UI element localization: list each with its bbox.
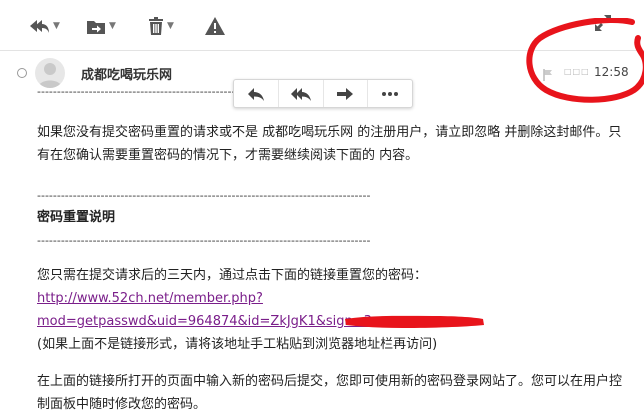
flag-button[interactable] [543,66,553,85]
more-icon [382,91,399,96]
reply-all-icon [30,20,49,33]
instruction-paragraph: 您只需在提交请求后的三天内，通过点击下面的链接重置您的密码： [37,268,428,283]
forward-button[interactable] [324,80,369,107]
closing-paragraph: 在上面的链接所打开的页面中输入新的密码后提交，您即可使用新的密码登录网站了。您可… [37,374,623,412]
person-icon [38,63,62,88]
expand-button[interactable] [594,14,612,36]
reply-all-button[interactable] [279,80,324,107]
separator-line: ----------------------------------------… [37,189,371,202]
link-note: (如果上面不是链接形式，请将该地址手工粘贴到浏览器地址栏再访问) [37,337,438,352]
reset-link-line1[interactable]: http://www.52ch.net/member.php? [37,287,263,310]
expand-icon [595,15,611,31]
message-time: 12:58 [594,65,629,79]
trash-icon [149,17,163,35]
report-spam-button[interactable] [205,14,225,38]
warning-paragraph: 如果您没有提交密码重置的请求或不是 成都吃喝玩乐网 的注册用户，请立即忽略 并删… [37,125,622,163]
delete-button[interactable]: ▼ [148,14,174,38]
move-to-button[interactable]: ▼ [86,14,116,38]
reply-button[interactable] [234,80,279,107]
mail-toolbar: ▼ ▼ ▼ [0,0,644,51]
flag-icon [543,69,552,81]
warning-icon [205,17,225,35]
reply-all-icon [290,87,311,101]
more-button[interactable] [368,80,412,107]
move-icon [87,20,105,34]
chevron-down-icon: ▼ [109,20,116,31]
message-action-bar [233,79,413,108]
chevron-down-icon: ▼ [167,20,174,31]
section-heading: 密码重置说明 [37,210,116,225]
reply-all-button[interactable]: ▼ [28,14,60,38]
select-radio[interactable] [17,68,27,78]
chevron-down-icon: ▼ [53,20,60,31]
sender-name[interactable]: 成都吃喝玩乐网 [81,64,172,83]
avatar [35,58,65,88]
reply-icon [247,87,264,101]
unrendered-glyphs: □□□ [564,67,590,76]
reset-link-line2[interactable]: mod=getpasswd&uid=964874&id=ZkJgK1&sign=… [37,310,372,333]
separator-line: ----------------------------------------… [37,234,371,247]
forward-icon [337,87,354,100]
